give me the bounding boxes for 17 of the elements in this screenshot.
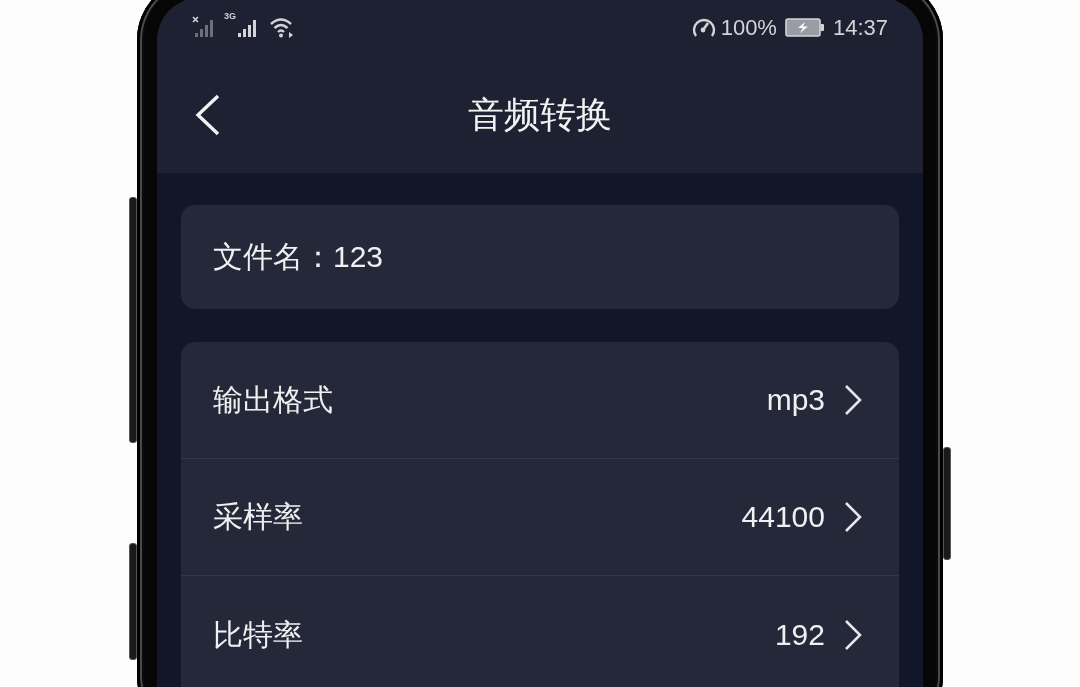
file-name-text: 文件名：123 (213, 239, 384, 275)
chevron-right-icon[interactable] (844, 618, 862, 651)
battery-percent: 100% (720, 13, 777, 42)
chevron-right-icon[interactable] (844, 384, 862, 416)
no-signal-icon (192, 16, 216, 38)
setting-value[interactable]: 44100 (741, 499, 825, 535)
setting-label: 比特率 (213, 616, 303, 653)
battery-charging-icon (784, 17, 825, 37)
back-icon (195, 93, 221, 136)
setting-value[interactable]: mp3 (766, 382, 825, 418)
setting-label: 输出格式 (213, 382, 333, 418)
network-type: 3G (224, 12, 236, 21)
clock-time: 14:37 (832, 13, 888, 42)
setting-value[interactable]: 192 (774, 616, 825, 653)
setting-label: 采样率 (213, 499, 303, 535)
chevron-right-icon[interactable] (844, 501, 862, 533)
page-title: 音频转换 (468, 92, 612, 137)
